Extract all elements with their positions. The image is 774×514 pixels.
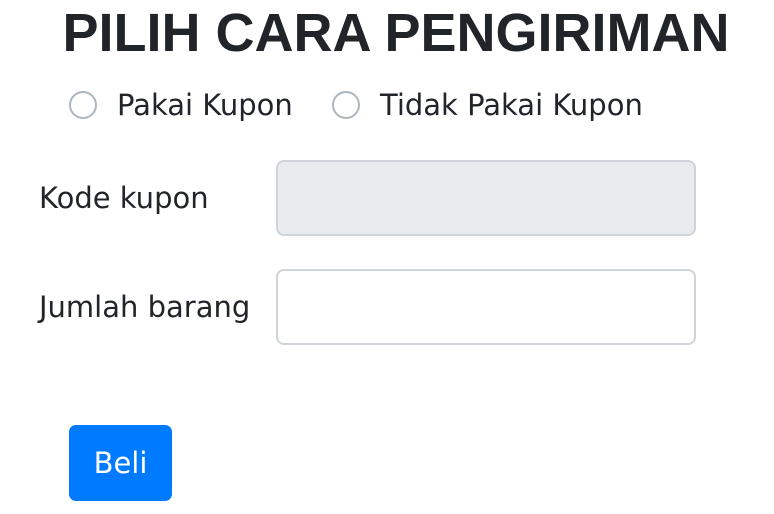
radio-pakai-kupon[interactable]: Pakai Kupon [69,88,293,122]
coupon-label: Kode kupon [39,181,209,215]
buy-button[interactable]: Beli [69,425,172,501]
coupon-input[interactable] [276,160,696,236]
page-title: PILIH CARA PENGIRIMAN [62,3,730,63]
radio-label: Tidak Pakai Kupon [380,88,643,122]
quantity-label: Jumlah barang [39,290,251,324]
radio-label: Pakai Kupon [117,88,293,122]
radio-tidak-pakai-kupon[interactable]: Tidak Pakai Kupon [332,88,643,122]
quantity-input[interactable] [276,269,696,345]
radio-circle-icon[interactable] [332,91,360,119]
radio-circle-icon[interactable] [69,91,97,119]
